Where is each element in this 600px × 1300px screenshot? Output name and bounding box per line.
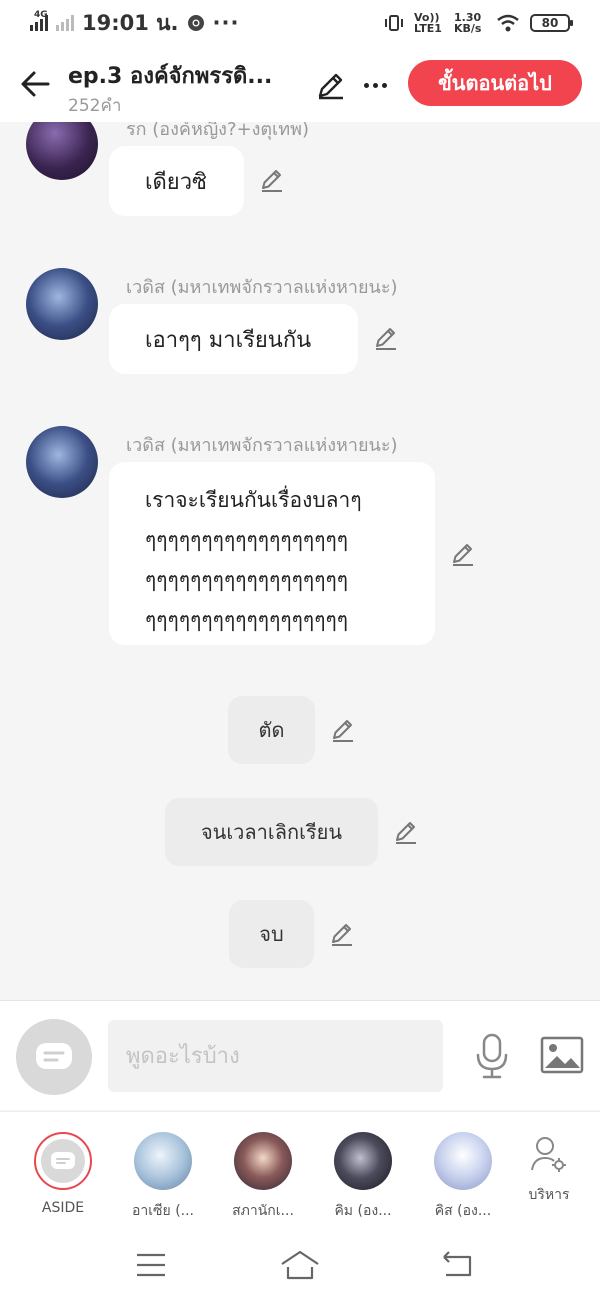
manage-label: บริหาร — [528, 1187, 570, 1203]
wifi-icon — [497, 14, 519, 32]
system-nav-bar — [0, 1231, 600, 1300]
pencil-icon — [262, 170, 282, 192]
edit-message-button[interactable] — [392, 818, 420, 846]
avatar[interactable] — [26, 122, 98, 180]
message-input-bar — [0, 1000, 600, 1110]
network-type: 4G — [34, 10, 48, 20]
character-council[interactable]: สภานักเ... — [218, 1132, 308, 1222]
pencil-icon — [396, 822, 416, 844]
edit-message-button[interactable] — [372, 324, 400, 352]
character-label: สภานักเ... — [232, 1203, 294, 1219]
aside-avatar — [34, 1132, 92, 1190]
home-nav-button[interactable] — [280, 1247, 320, 1283]
arrow-left-icon — [21, 71, 50, 97]
pencil-icon — [332, 924, 352, 946]
message-bubble[interactable]: เอาๆๆ มาเรียนกัน — [109, 304, 358, 374]
message-bubble[interactable]: เดียวซิ — [109, 146, 244, 216]
character-label: อาเซีย (... — [131, 1203, 195, 1219]
character-kis[interactable]: คิส (อง... — [418, 1132, 508, 1222]
character-selector: ASIDE อาเซีย (... สภานักเ... คิม (อง... … — [0, 1111, 600, 1231]
edit-message-button[interactable] — [329, 716, 357, 744]
message-bubble[interactable]: เราจะเรียนกันเรื่องบลาๆ ๆๆๆๆๆๆๆๆๆๆๆๆๆๆๆๆ… — [109, 462, 435, 645]
avatar — [434, 1132, 492, 1190]
image-upload-button[interactable] — [540, 1035, 584, 1075]
vibrate-icon — [385, 15, 403, 31]
aside-toggle-button[interactable] — [16, 1019, 92, 1095]
menu-icon — [137, 1253, 165, 1277]
edit-message-button[interactable] — [449, 540, 477, 568]
narration-bubble[interactable]: จนเวลาเลิกเรียน — [165, 798, 378, 866]
battery-level: 80 — [541, 16, 559, 30]
more-options-button[interactable] — [358, 68, 392, 102]
back-nav-button[interactable] — [438, 1247, 478, 1283]
dot-icon — [372, 82, 378, 88]
narration-bubble[interactable]: ตัด — [228, 696, 315, 764]
message-input[interactable] — [108, 1020, 443, 1092]
aside-bubble-icon — [51, 1152, 75, 1169]
character-kim[interactable]: คิม (อง... — [318, 1132, 408, 1222]
episode-title: ep.3 องค์จักพรรดิ... — [68, 64, 273, 89]
pencil-icon — [453, 544, 473, 566]
app-header: ep.3 องค์จักพรรดิ... 252คำ ขั้นตอนต่อไป — [0, 46, 600, 122]
avatar[interactable] — [26, 426, 98, 498]
home-icon — [281, 1250, 319, 1280]
character-asia[interactable]: อาเซีย (... — [118, 1132, 208, 1222]
chrome-icon — [187, 15, 204, 31]
network-speed: 1.30 KB/s — [454, 11, 482, 35]
back-return-icon — [443, 1251, 472, 1277]
narration-bubble[interactable]: จบ — [229, 900, 314, 968]
signal-sim2-icon — [56, 15, 74, 31]
speaker-name: เวดิส (มหาเทพจักรวาลแห่งหายนะ) — [126, 435, 398, 456]
character-label: คิส (อง... — [434, 1203, 492, 1219]
avatar[interactable] — [26, 268, 98, 340]
edit-title-button[interactable] — [314, 68, 348, 102]
pencil-icon — [318, 73, 343, 100]
chat-area[interactable]: รก (องค์หญิง?+งตุเทพ) เดียวซิ เวดิส (มหา… — [0, 122, 600, 1000]
volte-indicator: Vo)) LTE1 — [414, 11, 442, 35]
edit-message-button[interactable] — [328, 920, 356, 948]
manage-characters-button[interactable]: บริหาร — [504, 1134, 594, 1206]
battery-icon: 80 — [530, 14, 573, 32]
menu-nav-button[interactable] — [131, 1247, 171, 1283]
voice-input-button[interactable] — [472, 1033, 512, 1079]
pencil-icon — [333, 720, 353, 742]
word-count: 252คำ — [68, 96, 122, 116]
avatar — [234, 1132, 292, 1190]
next-step-button[interactable]: ขั้นตอนต่อไป — [408, 60, 582, 106]
avatar — [134, 1132, 192, 1190]
clock: 19:01 น. — [82, 10, 179, 35]
back-button[interactable] — [16, 64, 56, 104]
character-label: ASIDE — [41, 1200, 85, 1216]
character-label: คิม (อง... — [334, 1203, 392, 1219]
avatar — [334, 1132, 392, 1190]
pencil-icon — [376, 328, 396, 350]
speaker-name: เวดิส (มหาเทพจักรวาลแห่งหายนะ) — [126, 277, 398, 298]
character-aside[interactable]: ASIDE — [18, 1132, 108, 1216]
image-icon — [540, 1036, 584, 1074]
microphone-icon — [476, 1033, 508, 1079]
status-bar: 4G 19:01 น. ··· Vo)) LTE1 1.30 KB/s 80 — [0, 0, 600, 46]
dot-icon — [363, 82, 369, 88]
speaker-name: รก (องค์หญิง?+งตุเทพ) — [126, 122, 309, 140]
aside-bubble-icon — [36, 1043, 72, 1069]
edit-message-button[interactable] — [258, 166, 286, 194]
dot-icon — [381, 82, 387, 88]
user-settings-icon — [531, 1137, 566, 1172]
more-notifications-icon: ··· — [212, 11, 240, 35]
